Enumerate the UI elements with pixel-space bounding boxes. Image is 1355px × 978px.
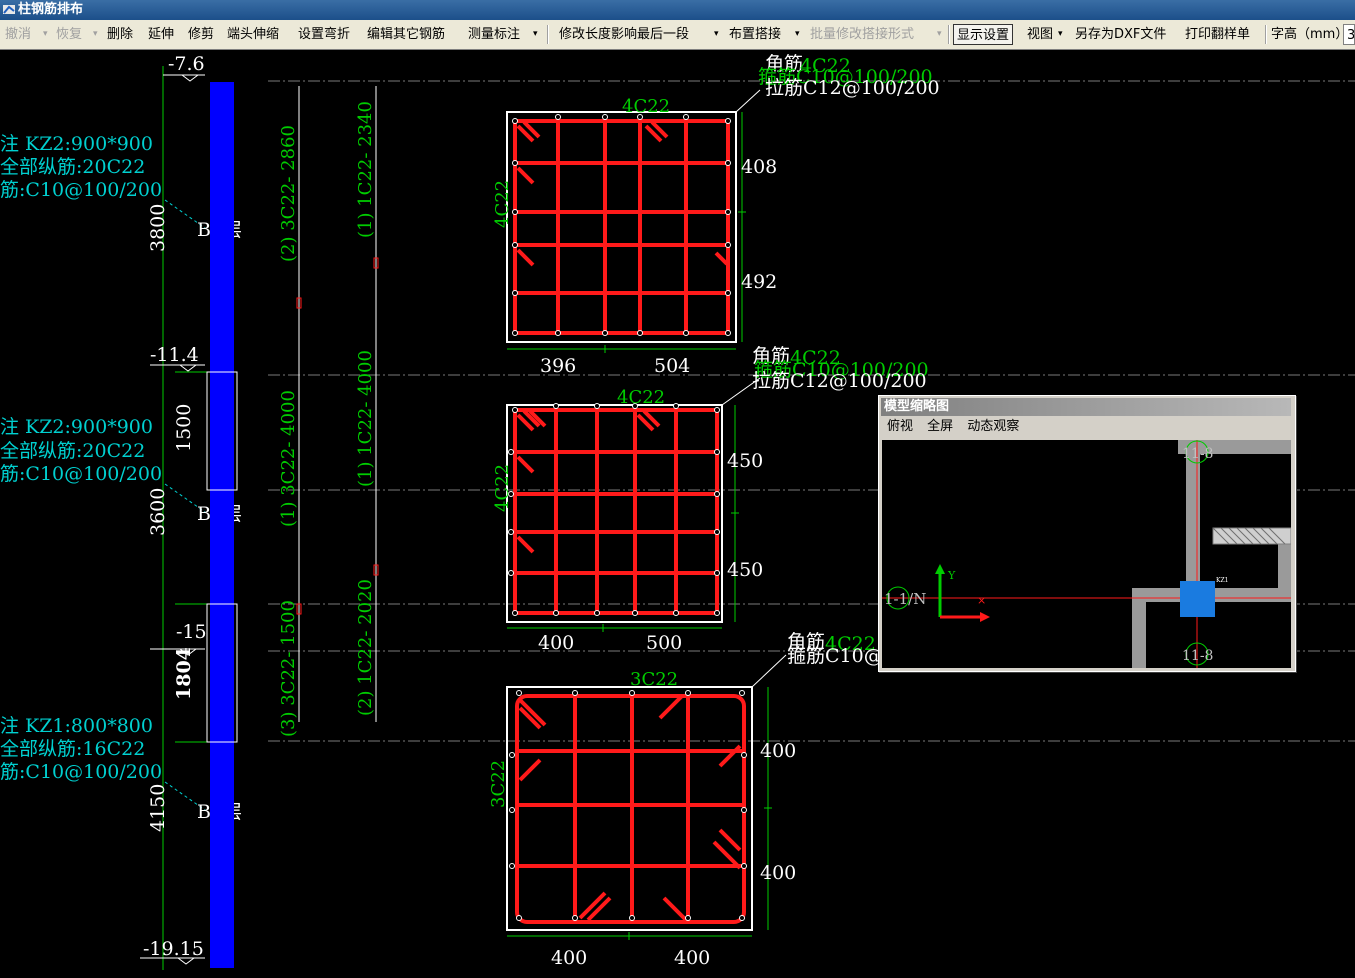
- font-height-label: 字高（mm）: [1271, 27, 1349, 42]
- thumbnail-title: 模型缩略图: [881, 398, 1291, 416]
- view-dropdown-icon[interactable]: ▾: [1055, 24, 1066, 45]
- section-dimension: 400: [760, 862, 796, 884]
- redo-dropdown-icon[interactable]: ▾: [90, 24, 101, 45]
- window-title: 柱钢筋排布: [18, 2, 84, 17]
- section-dimension: 450: [727, 450, 763, 472]
- section-dimension: 400: [674, 947, 710, 969]
- column-kz1-plan[interactable]: [1180, 581, 1215, 617]
- section-top-label: 3C22: [630, 669, 678, 690]
- place-lap-dropdown-icon[interactable]: ▾: [792, 24, 803, 45]
- fullscreen-button[interactable]: 全屏: [927, 419, 953, 434]
- rebar-label[interactable]: (2) 3C22- 2860: [278, 125, 299, 262]
- toolbar-separator: [948, 25, 950, 44]
- batch-modify-lap-button[interactable]: 批量修改搭接形式: [807, 24, 917, 45]
- level-label: -7.6: [168, 53, 205, 75]
- display-settings-button[interactable]: 显示设置: [953, 24, 1014, 45]
- column-section-1[interactable]: [506, 89, 761, 353]
- modify-length-dropdown-icon[interactable]: ▾: [711, 24, 722, 45]
- app-icon: [3, 5, 15, 14]
- height-dimension: 4150: [147, 784, 169, 832]
- top-view-button[interactable]: 俯视: [887, 419, 913, 434]
- column-name: 注 KZ2:900*900: [0, 416, 153, 438]
- tie-label: 拉筋C12@100/200: [752, 370, 927, 392]
- place-lap-button[interactable]: 布置搭接: [726, 24, 784, 45]
- trim-button[interactable]: 修剪: [185, 24, 217, 45]
- thumbnail-viewport[interactable]: Y × KZ1 11-8 11-8 1-1/N: [882, 440, 1292, 668]
- column-section-3[interactable]: [506, 654, 787, 940]
- section-top-label: 4C22: [622, 96, 670, 117]
- measure-annotate-button[interactable]: 测量标注: [465, 24, 523, 45]
- save-dxf-button[interactable]: 另存为DXF文件: [1072, 24, 1169, 45]
- rebar-label[interactable]: (1) 1C22- 2340: [355, 101, 376, 238]
- column-name: 注 KZ2:900*900: [0, 133, 153, 155]
- batch-modify-dropdown-icon[interactable]: ▾: [934, 24, 945, 45]
- section-dimension: 400: [760, 740, 796, 762]
- section-dimension: 408: [741, 156, 777, 178]
- column-elevation[interactable]: [210, 82, 234, 968]
- axis-bubble-label: 11-8: [1182, 446, 1213, 462]
- edit-other-rebar-button[interactable]: 编辑其它钢筋: [364, 24, 448, 45]
- level-label: -11.4: [150, 344, 199, 366]
- rebar-label[interactable]: (1) 1C22- 4000: [355, 350, 376, 487]
- redo-button[interactable]: 恢复: [53, 24, 85, 45]
- section-dimension: 400: [538, 632, 574, 654]
- measure-dropdown-icon[interactable]: ▾: [530, 24, 541, 45]
- section-dimension: 504: [654, 355, 690, 377]
- plan-walls: [1132, 440, 1291, 668]
- axis-bubble-label: 11-8: [1182, 648, 1213, 664]
- section-dimension: 400: [551, 947, 587, 969]
- print-sheet-button[interactable]: 打印翻样单: [1182, 24, 1253, 45]
- orbit-button[interactable]: 动态观察: [967, 419, 1019, 434]
- modify-length-button[interactable]: 修改长度影响最后一段: [556, 24, 692, 45]
- thumbnail-menu: 俯视 全屏 动态观察: [881, 417, 1023, 437]
- toolbar-separator: [1265, 25, 1267, 44]
- undo-button[interactable]: 撤消: [2, 24, 34, 45]
- section-dimension: 396: [540, 355, 576, 377]
- column-ties: 筋:C10@100/200: [0, 463, 162, 485]
- thumbnail-svg: Y × KZ1 11-8 11-8 1-1/N: [882, 440, 1292, 668]
- sub-height-dimension: 1500: [173, 404, 195, 452]
- model-thumbnail-panel[interactable]: 模型缩略图 俯视 全屏 动态观察 Y × KZ1 11-8 11-8 1-1/N: [878, 395, 1296, 672]
- delete-button[interactable]: 删除: [104, 24, 136, 45]
- sub-height-dimension: 1804: [173, 647, 195, 700]
- column-bars: 全部纵筋:20C22: [0, 156, 145, 178]
- column-plan-label: KZ1: [1216, 577, 1228, 584]
- column-info: 注 KZ2:900*900 全部纵筋:20C22 筋:C10@100/200 注…: [0, 133, 162, 783]
- section-side-label: 4C22: [492, 180, 513, 228]
- level-label: -15: [176, 621, 207, 643]
- title-bar: 柱钢筋排布: [0, 0, 1355, 20]
- extend-button[interactable]: 延伸: [145, 24, 177, 45]
- font-height-input[interactable]: 3: [1343, 24, 1355, 45]
- height-dimension: 3800: [147, 204, 169, 252]
- axis-bubble-label: 1-1/N: [884, 590, 926, 608]
- column-bars: 全部纵筋:16C22: [0, 738, 145, 760]
- rebar-label[interactable]: (1) 3C22- 4000: [278, 390, 299, 527]
- end-stretch-button[interactable]: 端头伸缩: [224, 24, 282, 45]
- section-dimension: 500: [646, 632, 682, 654]
- x-axis-mark: ×: [977, 594, 986, 607]
- column-bars: 全部纵筋:20C22: [0, 440, 145, 462]
- column-ties: 筋:C10@100/200: [0, 179, 162, 201]
- section-top-label: 4C22: [617, 387, 665, 408]
- column-name: 注 KZ1:800*800: [0, 715, 153, 737]
- set-bend-button[interactable]: 设置弯折: [295, 24, 353, 45]
- y-axis-label: Y: [947, 569, 956, 582]
- height-dimension: 3600: [147, 488, 169, 536]
- toolbar-separator: [547, 25, 549, 44]
- section-dimension: 492: [741, 271, 777, 293]
- view-menu-button[interactable]: 视图: [1024, 24, 1056, 45]
- toolbar: 撤消 ▾ 恢复 ▾ 删除 延伸 修剪 端头伸缩 设置弯折 编辑其它钢筋 测量标注…: [0, 20, 1355, 50]
- rebar-label[interactable]: (2) 1C22- 2020: [355, 579, 376, 716]
- level-label: -19.15: [143, 938, 204, 960]
- undo-dropdown-icon[interactable]: ▾: [40, 24, 51, 45]
- column-section-2[interactable]: [506, 377, 761, 632]
- rebar-label[interactable]: (3) 3C22- 1500: [278, 600, 299, 737]
- hatched-beam: [1212, 527, 1292, 545]
- column-ties: 筋:C10@100/200: [0, 761, 162, 783]
- tie-label: 拉筋C12@100/200: [765, 77, 940, 99]
- section-dimension: 450: [727, 559, 763, 581]
- section-side-label: 3C22: [488, 760, 509, 808]
- section-side-label: 4C22: [492, 464, 513, 512]
